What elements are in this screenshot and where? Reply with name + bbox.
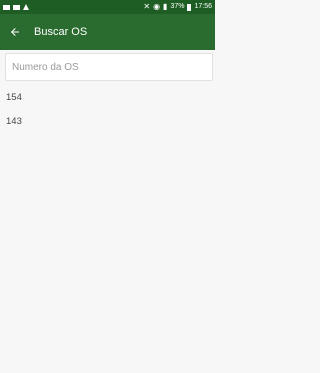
page-title: Buscar OS: [34, 26, 88, 38]
status-bar: ✕ ◉ ▮ 37% 17:56: [0, 0, 215, 14]
mute-icon: ✕: [143, 2, 151, 11]
search-card: [5, 53, 213, 81]
clock: 17:56: [194, 3, 212, 10]
status-notifications: [3, 4, 29, 10]
alarm-icon: ◉: [153, 2, 161, 11]
list-item[interactable]: 154: [0, 86, 215, 110]
battery-percent: 37%: [170, 3, 185, 10]
arrow-back-icon: [11, 28, 19, 36]
warning-icon: [23, 4, 29, 10]
back-button[interactable]: [1, 14, 29, 50]
message-icon: [3, 4, 10, 10]
status-system: ✕ ◉ ▮ 37% 17:56: [143, 0, 212, 14]
image-icon: [13, 4, 20, 10]
battery-icon: [187, 3, 192, 11]
list-item[interactable]: 143: [0, 110, 215, 134]
os-number-input[interactable]: [6, 54, 212, 80]
result-list: 154 143: [0, 86, 215, 134]
app-bar: Buscar OS: [0, 14, 215, 50]
signal-icon: ▮: [163, 2, 168, 11]
